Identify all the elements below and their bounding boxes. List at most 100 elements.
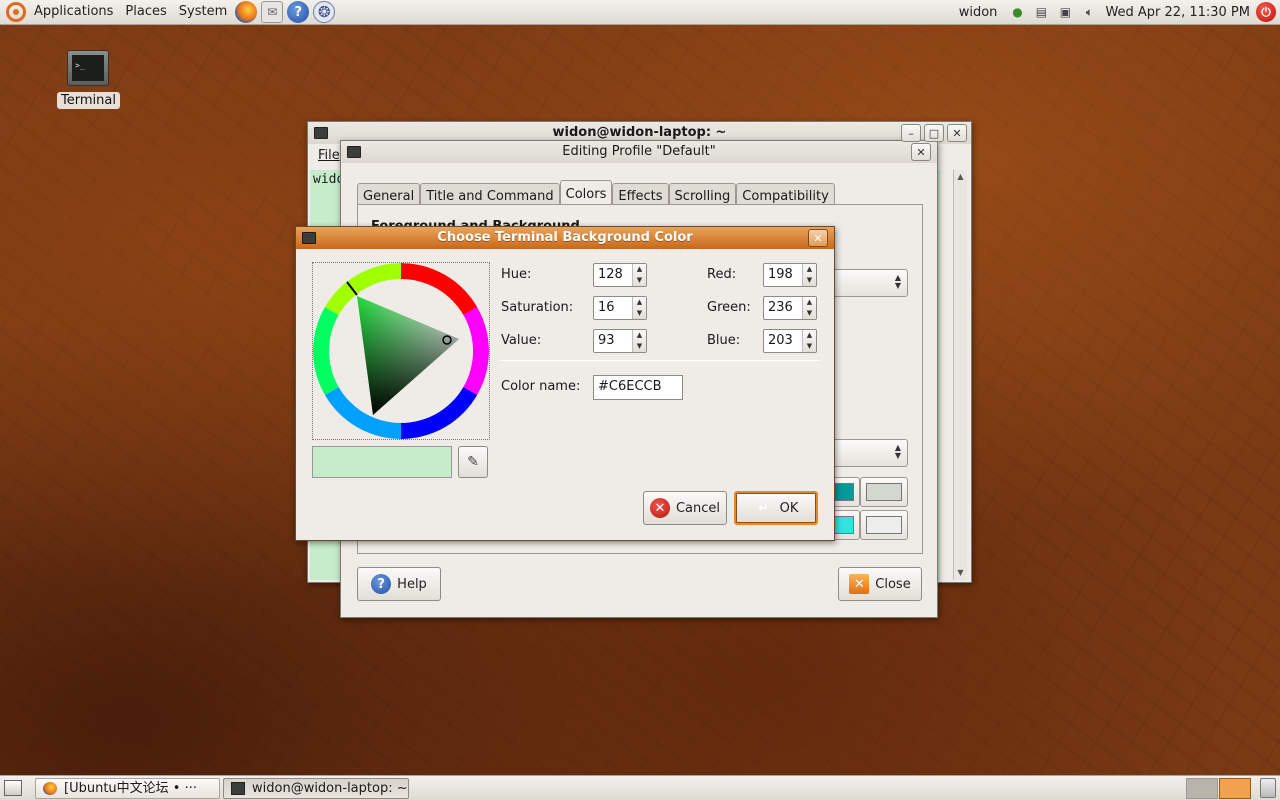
scroll-down-icon[interactable]: ▼ <box>954 566 967 580</box>
terminal-window-icon[interactable] <box>314 127 328 139</box>
built-in-schemes-combo[interactable]: ▲ ▼ <box>828 269 908 297</box>
saturation-label: Saturation: <box>501 300 574 315</box>
help-button[interactable]: ? Help <box>357 567 441 601</box>
network-icon[interactable]: ▣ <box>1056 4 1074 20</box>
red-value: 198 <box>768 267 793 282</box>
show-desktop-icon[interactable] <box>4 780 22 796</box>
menu-file[interactable]: File <box>318 148 340 163</box>
ok-label: OK <box>779 500 799 516</box>
ok-arrow-icon: ↵ <box>758 500 770 516</box>
color-dialog-title: Choose Terminal Background Color <box>437 230 693 245</box>
saturation-value: 16 <box>598 300 615 315</box>
blue-label: Blue: <box>707 333 741 348</box>
blue-spinbutton[interactable]: 203 ▲ ▼ <box>763 329 817 353</box>
taskbar-label: [Ubuntu中文论坛 • ··· <box>64 781 197 796</box>
spin-arrows-icon[interactable]: ▲ ▼ <box>802 297 816 319</box>
hue-label: Hue: <box>501 267 532 282</box>
separator <box>501 360 819 361</box>
desktop-terminal-icon[interactable]: >_ Terminal <box>57 50 120 109</box>
menu-system[interactable]: System <box>173 0 233 25</box>
spin-arrows-icon[interactable]: ▲ ▼ <box>802 330 816 352</box>
color-wheel-graphic[interactable] <box>313 263 489 439</box>
ok-button[interactable]: ↵ OK <box>734 491 818 525</box>
close-button[interactable]: ✕ <box>911 143 931 161</box>
hue-spinbutton[interactable]: 128 ▲ ▼ <box>593 263 647 287</box>
green-value: 236 <box>768 300 793 315</box>
mail-icon[interactable]: ✉ <box>261 1 284 23</box>
color-name-label: Color name: <box>501 379 581 394</box>
volume-icon[interactable]: 🔈︎ <box>1080 4 1098 20</box>
spin-arrows-icon[interactable]: ▲ ▼ <box>802 264 816 286</box>
taskbar-item-browser[interactable]: [Ubuntu中文论坛 • ··· <box>35 778 220 799</box>
blue-value: 203 <box>768 333 793 348</box>
power-icon[interactable]: ⏻ <box>1256 2 1276 22</box>
bottom-panel: [Ubuntu中文论坛 • ··· widon@widon-laptop: ~ <box>0 775 1280 800</box>
red-label: Red: <box>707 267 737 282</box>
palette-swatch <box>866 516 902 534</box>
color-name-input[interactable]: #C6ECCB <box>593 375 683 400</box>
gear-icon[interactable]: ❂ <box>313 1 336 23</box>
help-icon: ? <box>371 574 392 594</box>
cancel-button[interactable]: ✕ Cancel <box>643 491 727 525</box>
spin-arrows-icon[interactable]: ▲ ▼ <box>632 330 646 352</box>
menu-places[interactable]: Places <box>119 0 172 25</box>
eyedropper-button[interactable]: ✎ <box>458 446 488 478</box>
color-chooser-dialog: Choose Terminal Background Color ✕ ✎ Hue… <box>295 226 835 541</box>
value-spinbutton[interactable]: 93 ▲ ▼ <box>593 329 647 353</box>
desktop-icon-label: Terminal <box>57 92 120 109</box>
terminal-icon: >_ <box>67 50 109 86</box>
profile-window-icon[interactable] <box>347 146 361 158</box>
maximize-button[interactable]: □ <box>924 124 944 142</box>
ubuntu-logo-icon[interactable] <box>6 2 26 22</box>
eyedropper-icon: ✎ <box>467 454 479 470</box>
close-button[interactable]: ✕ <box>808 229 828 247</box>
terminal-icon-screen: >_ <box>72 55 104 81</box>
printer-icon[interactable]: ▤ <box>1032 4 1050 20</box>
close-label: Close <box>875 576 911 592</box>
terminal-icon <box>231 782 245 795</box>
value-value: 93 <box>598 333 615 348</box>
hsv-color-wheel[interactable] <box>312 262 490 440</box>
color-preview <box>312 446 452 478</box>
firefox-icon[interactable] <box>235 1 258 23</box>
value-label: Value: <box>501 333 542 348</box>
help-label: Help <box>397 576 427 592</box>
messenger-icon[interactable]: ● <box>1008 4 1026 20</box>
taskbar-item-terminal[interactable]: widon@widon-laptop: ~ <box>223 778 409 799</box>
trash-icon[interactable] <box>1260 778 1276 798</box>
close-icon: ✕ <box>849 574 870 594</box>
chevron-updown-icon: ▲ ▼ <box>894 273 901 290</box>
top-panel: Applications Places System ✉ ? ❂ widon ●… <box>0 0 1280 25</box>
help-icon[interactable]: ? <box>287 1 310 23</box>
clock[interactable]: Wed Apr 22, 11:30 PM <box>1101 5 1254 20</box>
palette-color-button[interactable] <box>860 510 908 540</box>
dialog-window-icon[interactable] <box>302 232 316 244</box>
menu-applications[interactable]: Applications <box>28 0 119 25</box>
cancel-icon: ✕ <box>649 498 670 518</box>
profile-title: Editing Profile "Default" <box>562 144 716 159</box>
workspace-switcher-2[interactable] <box>1219 778 1251 799</box>
hue-value: 128 <box>598 267 623 282</box>
saturation-spinbutton[interactable]: 16 ▲ ▼ <box>593 296 647 320</box>
palette-combo[interactable]: ▲ ▼ <box>828 439 908 467</box>
profile-titlebar[interactable]: Editing Profile "Default" ✕ <box>341 141 937 163</box>
workspace-switcher-1[interactable] <box>1186 778 1218 799</box>
firefox-icon <box>43 782 57 795</box>
spin-arrows-icon[interactable]: ▲ ▼ <box>632 297 646 319</box>
user-name[interactable]: widon <box>951 5 1006 20</box>
scroll-up-icon[interactable]: ▲ <box>954 170 967 184</box>
system-tray: widon ● ▤ ▣ 🔈︎ Wed Apr 22, 11:30 PM ⏻ <box>951 0 1280 25</box>
red-spinbutton[interactable]: 198 ▲ ▼ <box>763 263 817 287</box>
green-spinbutton[interactable]: 236 ▲ ▼ <box>763 296 817 320</box>
terminal-scrollbar[interactable]: ▲ ▼ <box>953 170 967 580</box>
color-dialog-titlebar[interactable]: Choose Terminal Background Color ✕ <box>296 227 834 249</box>
close-button[interactable]: ✕ <box>947 124 967 142</box>
minimize-button[interactable]: – <box>901 124 921 142</box>
green-label: Green: <box>707 300 751 315</box>
close-dialog-button[interactable]: ✕ Close <box>838 567 922 601</box>
spin-arrows-icon[interactable]: ▲ ▼ <box>632 264 646 286</box>
palette-swatch <box>866 483 902 501</box>
palette-color-button[interactable] <box>860 477 908 507</box>
taskbar-label: widon@widon-laptop: ~ <box>252 781 408 796</box>
cancel-label: Cancel <box>675 500 721 516</box>
